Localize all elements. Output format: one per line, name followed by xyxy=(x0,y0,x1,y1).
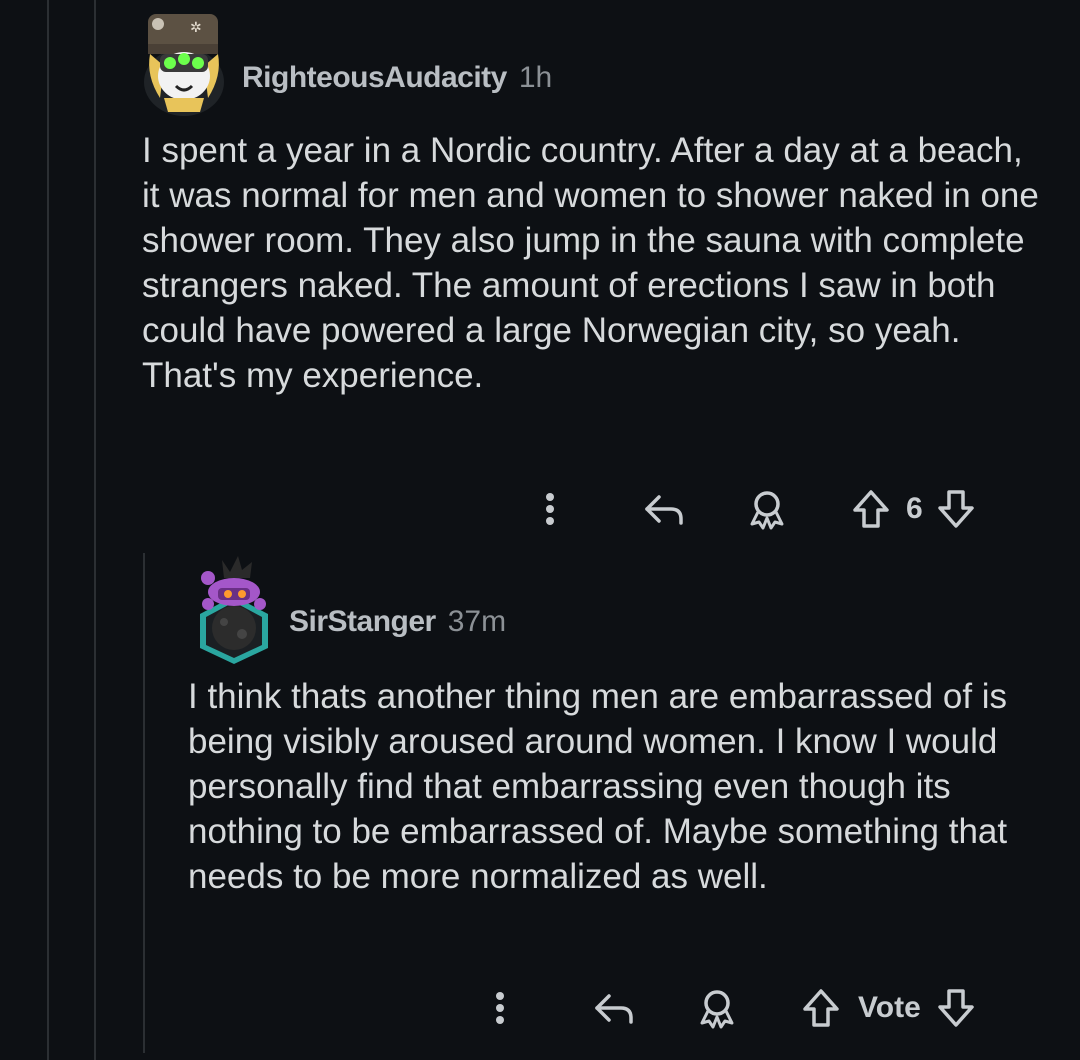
timestamp: 37m xyxy=(447,605,507,638)
comment-header: RighteousAudacity 1h xyxy=(242,58,552,98)
comment-actions: 6 xyxy=(530,484,979,534)
username[interactable]: RighteousAudacity xyxy=(242,61,507,95)
avatar-image: ✲ xyxy=(144,14,224,116)
award-button[interactable] xyxy=(742,484,792,534)
upvote-button[interactable] xyxy=(798,983,844,1033)
avatar[interactable] xyxy=(194,552,274,664)
vote-count: 6 xyxy=(906,492,923,525)
more-vertical-icon xyxy=(546,493,554,525)
reply-button[interactable] xyxy=(640,484,690,534)
comment-body: I spent a year in a Nordic country. Afte… xyxy=(142,131,1039,395)
upvote-icon xyxy=(853,490,889,528)
downvote-button[interactable] xyxy=(933,484,979,534)
comment-body: I think thats another thing men are emba… xyxy=(188,677,1008,896)
reply-button[interactable] xyxy=(590,983,640,1033)
username[interactable]: SirStanger xyxy=(289,605,436,639)
award-icon xyxy=(750,491,784,530)
comment-header: SirStanger 37m xyxy=(289,602,506,642)
award-icon xyxy=(700,990,734,1029)
downvote-icon xyxy=(937,490,974,528)
upvote-button[interactable] xyxy=(848,484,894,534)
avatar[interactable]: ✲ xyxy=(140,6,228,116)
comment-actions: Vote xyxy=(480,983,979,1033)
reply-icon xyxy=(595,994,633,1024)
more-options-button[interactable] xyxy=(530,484,570,534)
more-vertical-icon xyxy=(496,992,504,1024)
comment: ✲ RighteousAudacity 1h I spent a year in… xyxy=(0,0,1080,540)
timestamp: 1h xyxy=(518,61,553,94)
svg-text:✲: ✲ xyxy=(190,20,202,36)
award-button[interactable] xyxy=(692,983,742,1033)
upvote-icon xyxy=(803,989,839,1027)
more-options-button[interactable] xyxy=(480,983,520,1033)
avatar-image xyxy=(200,556,268,664)
downvote-icon xyxy=(938,989,974,1027)
downvote-button[interactable] xyxy=(933,983,979,1033)
vote-label: Vote xyxy=(858,991,921,1024)
reply-icon xyxy=(645,495,683,525)
reply-comment: SirStanger 37m I think thats another thi… xyxy=(0,540,1080,1060)
comment-thread: ✲ RighteousAudacity 1h I spent a year in… xyxy=(0,0,1080,1060)
